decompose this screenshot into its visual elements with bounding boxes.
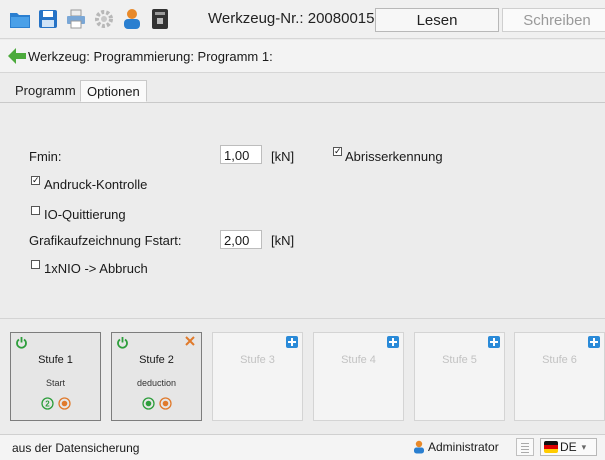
orange-status-icon: [57, 397, 71, 410]
stage-name: Stufe 6: [542, 354, 577, 366]
tab-bar: Programm Optionen: [0, 80, 605, 103]
io-checkbox[interactable]: [31, 206, 40, 215]
stage-name: Stufe 3: [240, 354, 275, 366]
status-message: aus der Datensicherung: [12, 441, 140, 455]
user-icon: [414, 440, 424, 454]
print-icon[interactable]: [64, 7, 88, 31]
user-icon[interactable]: [120, 7, 144, 31]
grafik-unit: [kN]: [271, 233, 295, 248]
fmin-input[interactable]: 1,00: [220, 145, 262, 164]
stage-name: Stufe 4: [341, 354, 376, 366]
stage-description: Start: [45, 378, 65, 388]
options-panel: Fmin: 1,00 [kN] ✓ Abrisserkennung ✓ Andr…: [0, 103, 605, 315]
document-icon[interactable]: [516, 438, 534, 456]
breadcrumb: Werkzeug: Programmierung: Programm 1:: [28, 49, 273, 64]
stages-strip: Stufe 1 Start 2 Stufe 2 deduction Stufe …: [0, 318, 605, 431]
stage-name: Stufe 1: [38, 354, 73, 366]
power-icon[interactable]: [116, 336, 129, 349]
add-stage-icon[interactable]: [588, 336, 600, 348]
device-icon[interactable]: [148, 7, 172, 31]
io-label: IO-Quittierung: [44, 207, 126, 222]
language-select[interactable]: DE ▾: [540, 438, 597, 456]
tab-programm[interactable]: Programm: [12, 80, 79, 102]
power-icon[interactable]: [15, 336, 28, 349]
nio-label: 1xNIO -> Abbruch: [44, 261, 148, 276]
breadcrumb-bar: Werkzeug: Programmierung: Programm 1:: [0, 40, 605, 73]
stage-card-2[interactable]: Stufe 2 deduction: [111, 332, 202, 421]
tab-optionen[interactable]: Optionen: [80, 80, 147, 102]
stage-name: Stufe 2: [139, 354, 174, 366]
add-stage-icon[interactable]: [286, 336, 298, 348]
orange-status-icon: [158, 397, 172, 410]
add-stage-icon[interactable]: [387, 336, 399, 348]
andruck-label: Andruck-Kontrolle: [44, 177, 148, 192]
close-icon[interactable]: [184, 335, 196, 347]
user-name: Administrator: [428, 440, 499, 454]
tool-number-title: Werkzeug-Nr.: 20080015: [208, 10, 375, 27]
green-status-icon: [141, 397, 155, 410]
count-badge-icon: 2: [40, 397, 54, 410]
stage-card-4[interactable]: Stufe 4: [313, 332, 404, 421]
german-flag-icon: [544, 441, 558, 453]
current-user[interactable]: Administrator: [412, 440, 499, 454]
svg-text:2: 2: [45, 400, 50, 409]
stage-card-3[interactable]: Stufe 3: [212, 332, 303, 421]
grafik-label: Grafikaufzeichnung Fstart:: [29, 233, 182, 248]
read-button[interactable]: Lesen: [375, 8, 499, 32]
settings-icon[interactable]: [92, 7, 116, 31]
toolbar: Werkzeug-Nr.: 20080015 Lesen Schreiben: [0, 0, 605, 39]
stage-card-6[interactable]: Stufe 6: [514, 332, 605, 421]
grafik-input[interactable]: 2,00: [220, 230, 262, 249]
language-value: DE: [560, 440, 577, 454]
stage-name: Stufe 5: [442, 354, 477, 366]
andruck-checkbox[interactable]: ✓: [31, 176, 40, 185]
folder-icon[interactable]: [8, 7, 32, 31]
back-arrow-icon[interactable]: [8, 48, 26, 64]
fmin-label: Fmin:: [29, 149, 62, 164]
stage-card-5[interactable]: Stufe 5: [414, 332, 505, 421]
nio-checkbox[interactable]: [31, 260, 40, 269]
stage-description: deduction: [136, 378, 177, 388]
write-button[interactable]: Schreiben: [502, 8, 605, 32]
abriss-checkbox[interactable]: ✓: [333, 147, 342, 156]
status-bar: aus der Datensicherung Administrator DE …: [0, 434, 605, 460]
stage-card-1[interactable]: Stufe 1 Start 2: [10, 332, 101, 421]
chevron-down-icon: ▾: [581, 441, 587, 452]
add-stage-icon[interactable]: [488, 336, 500, 348]
fmin-unit: [kN]: [271, 149, 295, 164]
abriss-label: Abrisserkennung: [345, 149, 443, 164]
save-icon[interactable]: [36, 7, 60, 31]
